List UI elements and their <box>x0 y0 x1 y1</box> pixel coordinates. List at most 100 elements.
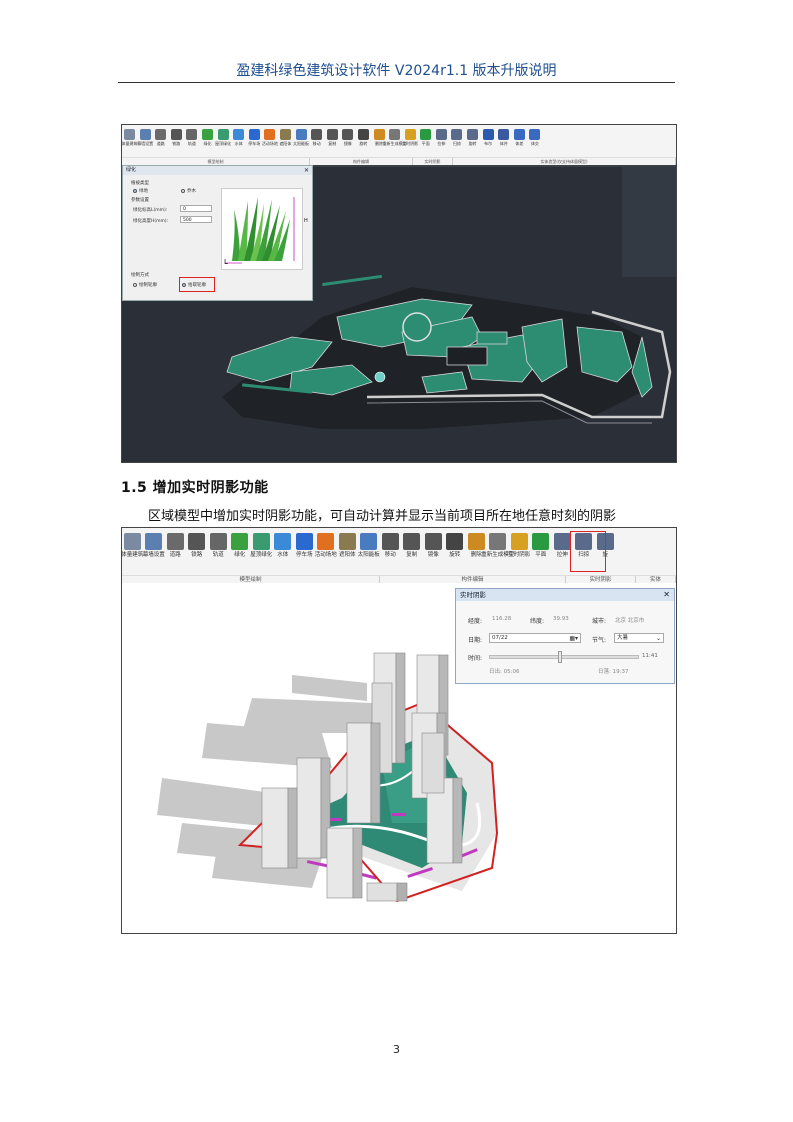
tool-button-2[interactable]: 道路 <box>165 530 186 559</box>
tool-icon <box>252 533 270 550</box>
tool-button-6[interactable]: 屋顶绿化 <box>250 530 272 559</box>
ribbon-toolbar: 体量建筑 幕墙设置 道路 铁路 轨道 绿化 屋顶绿化 水体 停车场 活动场地 遮阳体 太阳能板 移动 复制… <box>122 125 676 166</box>
tool-button-11[interactable]: 太阳能板 <box>357 530 380 559</box>
tool-icon <box>139 129 151 140</box>
header-rule <box>118 82 675 83</box>
radio-draw-contour[interactable]: 绘制轮廓 <box>133 282 157 288</box>
tool-button-23[interactable]: 布尔 <box>481 127 496 146</box>
tool-label: 体量建筑 <box>121 141 138 146</box>
tool-button-15[interactable]: 旋转 <box>445 530 466 559</box>
tool-button-24[interactable]: 体并 <box>496 127 511 146</box>
tool-button-17[interactable]: 重新生成模型 <box>481 530 514 559</box>
tool-button-18[interactable]: 实时阴影 <box>508 530 530 559</box>
tool-button-14[interactable]: 镜像 <box>340 127 355 146</box>
tool-button-8[interactable]: 停车场 <box>247 127 262 146</box>
section-paragraph: 区域模型中增加实时阴影功能，可自动计算并显示当前项目所在地任意时刻的阴影 <box>148 509 617 524</box>
tool-button-25[interactable]: 体差 <box>512 127 527 146</box>
tool-icon <box>451 129 463 140</box>
tool-icon <box>279 129 291 140</box>
sunrise-time: 日出: 05:06 <box>489 669 520 675</box>
tool-icon <box>123 533 141 550</box>
elevation-input[interactable]: 0 <box>180 205 212 212</box>
date-picker[interactable]: 07/22 ▦▾ <box>489 633 581 643</box>
tool-button-10[interactable]: 遮阳体 <box>278 127 293 146</box>
longitude-value: 116.28 <box>492 616 512 622</box>
tool-button-19[interactable]: 平面 <box>418 127 433 146</box>
tool-button-1[interactable]: 幕墙设置 <box>137 127 153 146</box>
tool-label: 删除 <box>470 552 482 558</box>
tool-button-13[interactable]: 复制 <box>325 127 340 146</box>
greening-dialog: 绿化 ✕ 植被类型 绿地 乔木 参数设置 绿化标高L(mm): 0 绿化高度H(… <box>122 165 313 301</box>
radio-pick-contour[interactable]: 拾取轮廓 <box>179 277 215 292</box>
tool-label: 遮阳体 <box>279 141 292 146</box>
tool-label: 道路 <box>156 141 165 146</box>
params-label: 参数设置 <box>131 198 149 203</box>
radio-tree[interactable]: 乔木 <box>181 188 196 194</box>
tool-button-12[interactable]: 移动 <box>309 127 324 146</box>
tool-icon <box>532 533 550 550</box>
height-input[interactable]: 500 <box>180 216 212 223</box>
tool-button-4[interactable]: 轨道 <box>184 127 199 146</box>
solar-term-select[interactable]: 大暑 ⌄ <box>614 633 664 643</box>
tool-label: 移动 <box>312 141 321 146</box>
tool-button-12[interactable]: 移动 <box>380 530 401 559</box>
tool-icon <box>513 129 525 140</box>
tool-icon <box>342 129 354 140</box>
tool-button-15[interactable]: 旋转 <box>356 127 371 146</box>
tool-button-0[interactable]: 体量建筑 <box>121 127 138 146</box>
tool-icon <box>424 533 442 550</box>
close-icon[interactable]: ✕ <box>663 589 670 601</box>
tool-button-3[interactable]: 铁路 <box>169 127 184 146</box>
longitude-label: 经度: <box>468 618 483 625</box>
tool-button-13[interactable]: 复制 <box>402 530 423 559</box>
radio-grass[interactable]: 绿地 <box>133 188 148 194</box>
panel-title: 实时阴影 <box>460 591 486 599</box>
tool-button-22[interactable]: 旋转 <box>465 127 480 146</box>
tool-button-2[interactable]: 道路 <box>153 127 168 146</box>
tool-icon <box>403 533 421 550</box>
tool-button-14[interactable]: 镜像 <box>423 530 444 559</box>
tool-button-18[interactable]: 实时阴影 <box>402 127 418 146</box>
calendar-dropdown-icon: ▦▾ <box>569 635 578 642</box>
tool-label: 体并 <box>499 141 508 146</box>
tool-icon <box>420 129 432 140</box>
city-value: 北京 北京市 <box>615 618 645 624</box>
tool-label: 复制 <box>328 141 337 146</box>
close-icon[interactable]: ✕ <box>304 166 309 175</box>
tool-button-17[interactable]: 重新生成模型 <box>383 127 407 146</box>
tool-button-7[interactable]: 水体 <box>231 127 246 146</box>
tool-button-21[interactable]: 扫掠 <box>449 127 464 146</box>
tool-button-9[interactable]: 活动场地 <box>262 127 278 146</box>
tool-label: 屋顶绿化 <box>215 141 232 146</box>
tool-label: 道路 <box>169 552 181 558</box>
tool-button-1[interactable]: 幕墙设置 <box>143 530 165 559</box>
tool-button-20[interactable]: 拉伸 <box>434 127 449 146</box>
tool-label: 体差 <box>515 141 524 146</box>
tool-button-4[interactable]: 轨道 <box>208 530 229 559</box>
tool-button-5[interactable]: 绿化 <box>230 530 251 559</box>
tool-icon <box>295 533 313 550</box>
tool-button-10[interactable]: 遮阳体 <box>337 530 358 559</box>
tool-button-9[interactable]: 活动场地 <box>315 530 337 559</box>
tool-button-7[interactable]: 水体 <box>273 530 294 559</box>
panel-titlebar: 实时阴影 ✕ <box>456 589 674 601</box>
dialog-titlebar: 绿化 ✕ <box>123 166 312 175</box>
tool-label: 太阳能板 <box>357 552 380 558</box>
tool-button-3[interactable]: 铁路 <box>187 530 208 559</box>
tool-icon <box>248 129 260 140</box>
time-slider-track[interactable] <box>489 655 639 659</box>
tool-icon <box>510 533 528 550</box>
tool-button-26[interactable]: 体交 <box>527 127 542 146</box>
tool-icon <box>217 129 229 140</box>
tool-icon <box>201 129 213 140</box>
tool-button-5[interactable]: 绿化 <box>200 127 215 146</box>
tool-button-19[interactable]: 平面 <box>531 530 552 559</box>
tool-button-6[interactable]: 屋顶绿化 <box>215 127 232 146</box>
tool-icon <box>446 533 464 550</box>
tool-button-0[interactable]: 体量建筑 <box>122 530 143 559</box>
tool-button-11[interactable]: 太阳能板 <box>293 127 309 146</box>
tool-icon <box>145 533 163 550</box>
time-slider-thumb[interactable] <box>557 651 562 663</box>
tool-button-8[interactable]: 停车场 <box>294 530 315 559</box>
tool-icon <box>529 129 541 140</box>
